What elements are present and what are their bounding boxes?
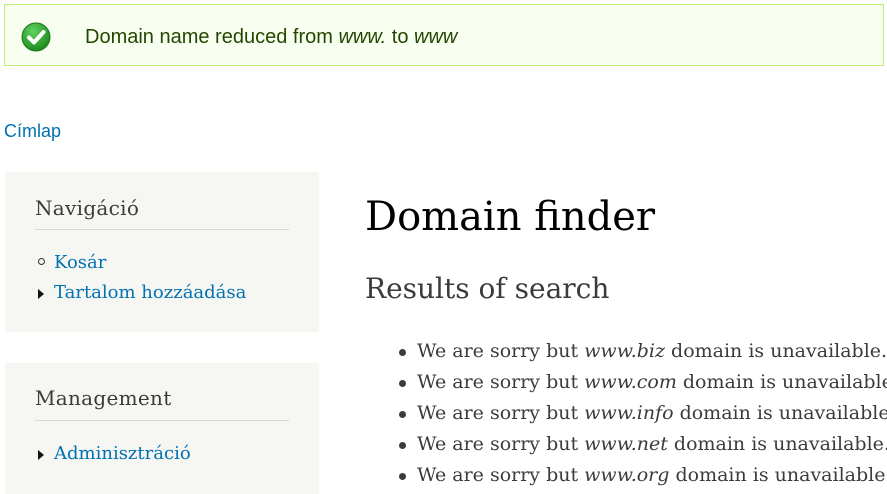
status-text: Domain name reduced from www. to www: [85, 26, 457, 49]
result-text: We are sorry but: [417, 464, 585, 486]
navigation-block: Navigáció Kosár Tartalom hozzáadása: [5, 172, 319, 332]
bullet-icon: [399, 473, 406, 480]
menu-link-kosar[interactable]: Kosár: [54, 252, 106, 273]
status-from: www.: [338, 26, 387, 48]
result-text: domain is unavailable.: [676, 371, 887, 393]
bullet-icon: [399, 411, 406, 418]
results-list: We are sorry but www.biz domain is unava…: [397, 336, 887, 491]
result-text: domain is unavailable.: [673, 402, 887, 424]
status-middle: to: [386, 26, 415, 48]
result-text: We are sorry but: [417, 433, 585, 455]
list-item: We are sorry but www.net domain is unava…: [397, 429, 887, 460]
result-text: domain is unavailable.: [665, 340, 887, 362]
result-domain: www.net: [584, 433, 668, 455]
result-domain: www.biz: [584, 340, 665, 362]
checkmark-icon: [21, 22, 51, 52]
collapsed-arrow-icon: [38, 289, 44, 299]
list-item: We are sorry but www.info domain is unav…: [397, 398, 887, 429]
result-text: We are sorry but: [417, 402, 585, 424]
menu-item-adminisztracio[interactable]: Adminisztráció: [38, 443, 191, 464]
result-domain: www.org: [584, 464, 670, 486]
result-text: domain is unavailable.: [667, 433, 887, 455]
result-text: We are sorry but: [417, 340, 585, 362]
menu-item-kosar[interactable]: Kosár: [38, 252, 106, 273]
results-heading: Results of search: [365, 272, 610, 305]
divider: [35, 229, 289, 230]
bullet-icon: [399, 442, 406, 449]
management-block-title: Management: [35, 386, 172, 410]
collapsed-arrow-icon: [38, 450, 44, 460]
status-message: Domain name reduced from www. to www: [4, 4, 884, 66]
result-domain: www.com: [584, 371, 677, 393]
result-text: domain is unavailable.: [669, 464, 887, 486]
page-title: Domain finder: [365, 194, 656, 240]
breadcrumb-home-link[interactable]: Címlap: [4, 121, 61, 142]
bullet-icon: [399, 349, 406, 356]
list-item: We are sorry but www.org domain is unava…: [397, 460, 887, 491]
result-domain: www.info: [584, 402, 674, 424]
menu-link-adminisztracio[interactable]: Adminisztráció: [54, 443, 191, 464]
navigation-block-title: Navigáció: [35, 196, 140, 220]
management-block: Management Adminisztráció: [5, 363, 319, 494]
bullet-icon: [399, 380, 406, 387]
list-item: We are sorry but www.com domain is unava…: [397, 367, 887, 398]
leaf-bullet-icon: [38, 258, 45, 265]
menu-item-tartalom-hozzaadasa[interactable]: Tartalom hozzáadása: [38, 282, 246, 303]
menu-link-tartalom-hozzaadasa[interactable]: Tartalom hozzáadása: [54, 282, 246, 303]
status-to: www: [414, 26, 458, 48]
list-item: We are sorry but www.biz domain is unava…: [397, 336, 887, 367]
divider: [35, 420, 289, 421]
status-prefix: Domain name reduced from: [85, 26, 339, 48]
result-text: We are sorry but: [417, 371, 585, 393]
